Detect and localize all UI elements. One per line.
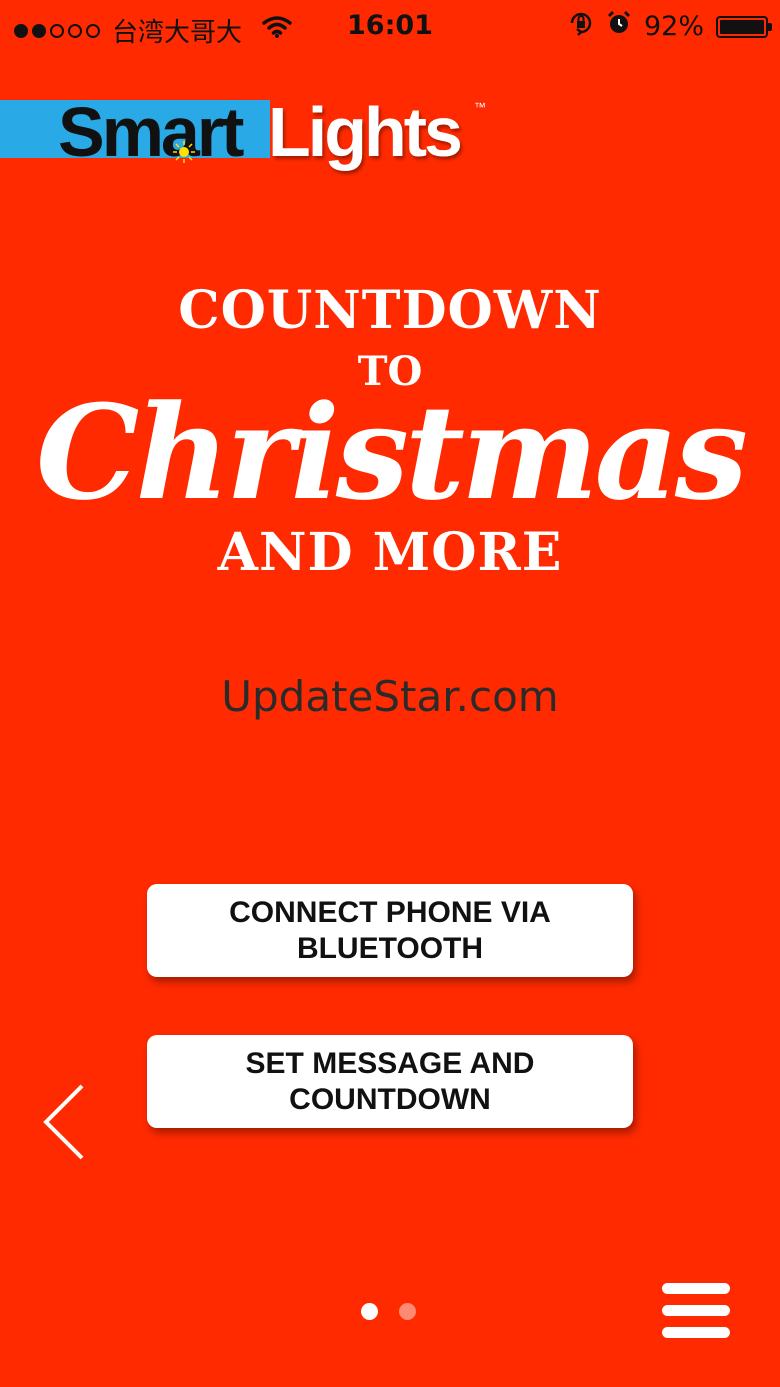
battery-icon [716, 15, 772, 38]
logo-text-lights: Lights [268, 93, 463, 171]
watermark-text: UpdateStar.com [221, 672, 559, 721]
battery-fill [720, 19, 764, 34]
app-logo: Smart Lights ™ [0, 93, 520, 180]
alarm-icon [606, 10, 632, 43]
logo-text-smart: Smart [58, 93, 244, 171]
set-message-countdown-button[interactable]: SET MESSAGE AND COUNTDOWN [147, 1035, 633, 1128]
status-right: 92% [568, 10, 772, 43]
menu-icon[interactable] [662, 1283, 730, 1339]
sun-icon [173, 141, 195, 163]
back-arrow-icon[interactable] [40, 1082, 90, 1162]
connect-bluetooth-button[interactable]: CONNECT PHONE VIA BLUETOOTH [147, 884, 633, 977]
battery-nub [768, 22, 772, 31]
page-indicator [361, 1303, 416, 1320]
menu-line [662, 1305, 730, 1316]
orientation-lock-icon [568, 10, 594, 43]
status-bar: 台湾大哥大 16:01 92% [0, 0, 780, 54]
title-and-more: AND MORE [217, 522, 563, 583]
menu-line [662, 1327, 730, 1338]
logo-trademark: ™ [474, 100, 486, 114]
page-dot-current [361, 1303, 378, 1320]
title-countdown: COUNTDOWN [178, 280, 602, 341]
page-dot[interactable] [399, 1303, 416, 1320]
title-christmas: Christmas [35, 376, 748, 529]
battery-percent: 92% [643, 11, 704, 42]
menu-line [662, 1283, 730, 1294]
